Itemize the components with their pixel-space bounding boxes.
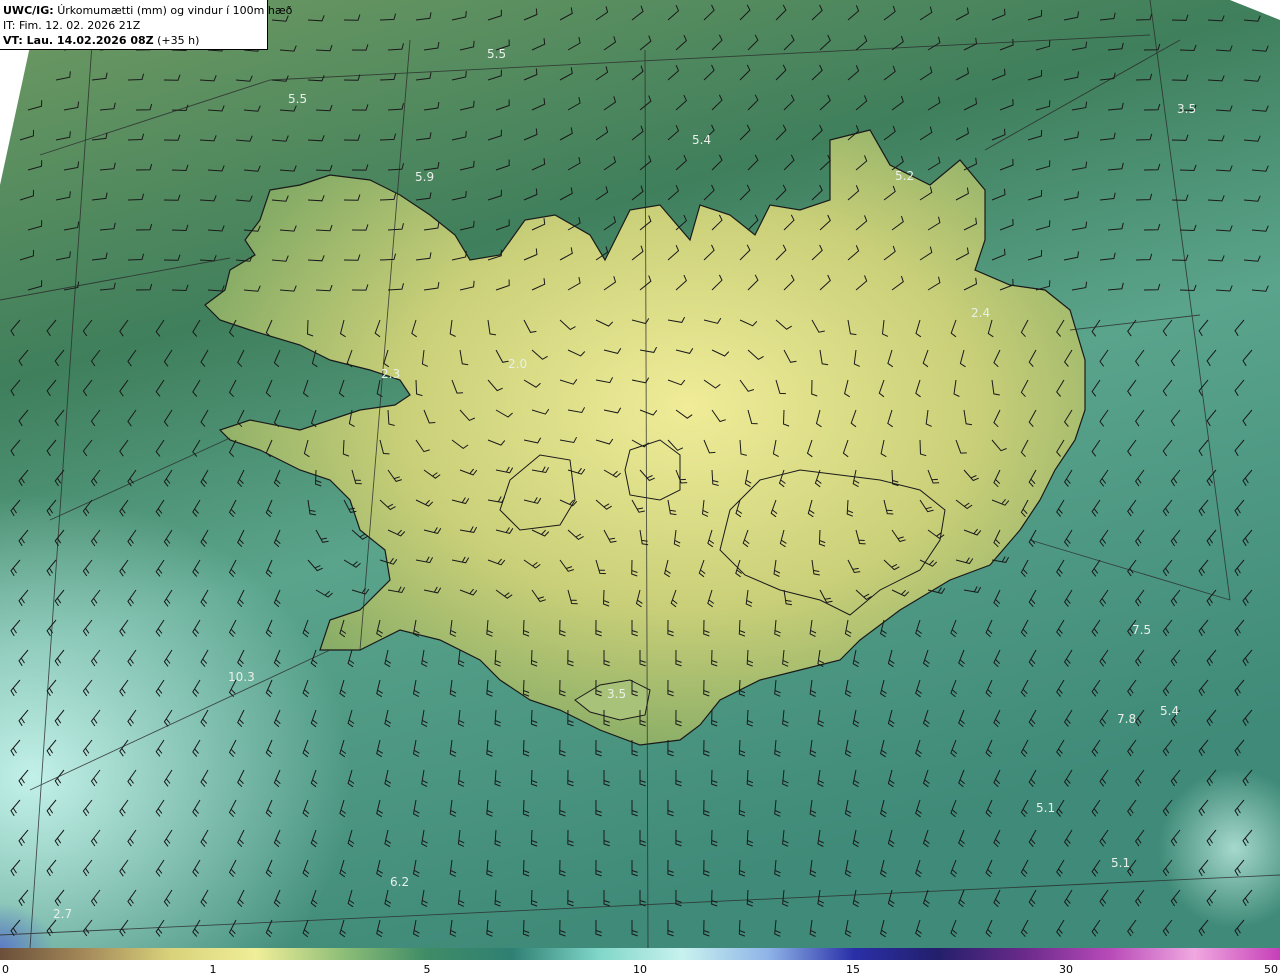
value-label: 5.5 xyxy=(288,92,307,106)
colorbar-tick: 50 xyxy=(1264,963,1278,976)
map-title: Úrkomumætti (mm) og vindur í 100m hæð xyxy=(57,4,293,17)
value-label: 10.3 xyxy=(228,670,255,684)
value-label: 5.4 xyxy=(1160,704,1179,718)
colorbar-tick: 0 xyxy=(2,963,9,976)
value-label: 5.1 xyxy=(1036,801,1055,815)
colorbar-tick: 30 xyxy=(1059,963,1073,976)
map-title-box: UWC/IG: Úrkomumætti (mm) og vindur í 100… xyxy=(0,0,292,50)
value-label: 6.2 xyxy=(390,875,409,889)
initial-time: IT: Fim. 12. 02. 2026 21Z xyxy=(3,19,141,32)
value-label: 2.0 xyxy=(508,357,527,371)
value-label: 5.4 xyxy=(692,133,711,147)
value-label: 3.5 xyxy=(1177,102,1196,116)
colorbar-ticks: 0 1 5 10 15 30 50 xyxy=(0,960,1280,978)
valid-time-line: VT: Lau. 14.02.2026 08Z (+35 h) xyxy=(3,33,267,48)
value-label: 5.5 xyxy=(487,47,506,61)
value-label: 7.8 xyxy=(1117,712,1136,726)
product-code: UWC/IG: xyxy=(3,4,54,17)
value-label: 2.4 xyxy=(971,306,990,320)
colorbar-tick: 10 xyxy=(633,963,647,976)
value-label: 5.2 xyxy=(895,169,914,183)
value-label: 3.5 xyxy=(607,687,626,701)
value-label: 5.1 xyxy=(1111,856,1130,870)
colorbar-tick: 1 xyxy=(209,963,217,976)
valid-time: VT: Lau. 14.02.2026 08Z xyxy=(3,34,154,47)
colorbar-tick: 15 xyxy=(846,963,860,976)
southeast-sea-highlight xyxy=(900,550,1280,948)
colorbar xyxy=(0,948,1280,960)
map-canvas: 5.5 5.5 5.4 3.5 5.9 5.2 2.4 2.3 2.0 7.5 … xyxy=(0,0,1280,948)
colorbar-tick: 5 xyxy=(423,963,431,976)
value-label: 2.7 xyxy=(53,907,72,921)
title-line: UWC/IG: Úrkomumætti (mm) og vindur í 100… xyxy=(3,3,292,18)
weather-map: 5.5 5.5 5.4 3.5 5.9 5.2 2.4 2.3 2.0 7.5 … xyxy=(0,0,1280,948)
lead-time: (+35 h) xyxy=(157,34,200,47)
value-label: 2.3 xyxy=(381,367,400,381)
blue-corner xyxy=(0,700,300,948)
value-label: 7.5 xyxy=(1132,623,1151,637)
value-label: 5.9 xyxy=(415,170,434,184)
